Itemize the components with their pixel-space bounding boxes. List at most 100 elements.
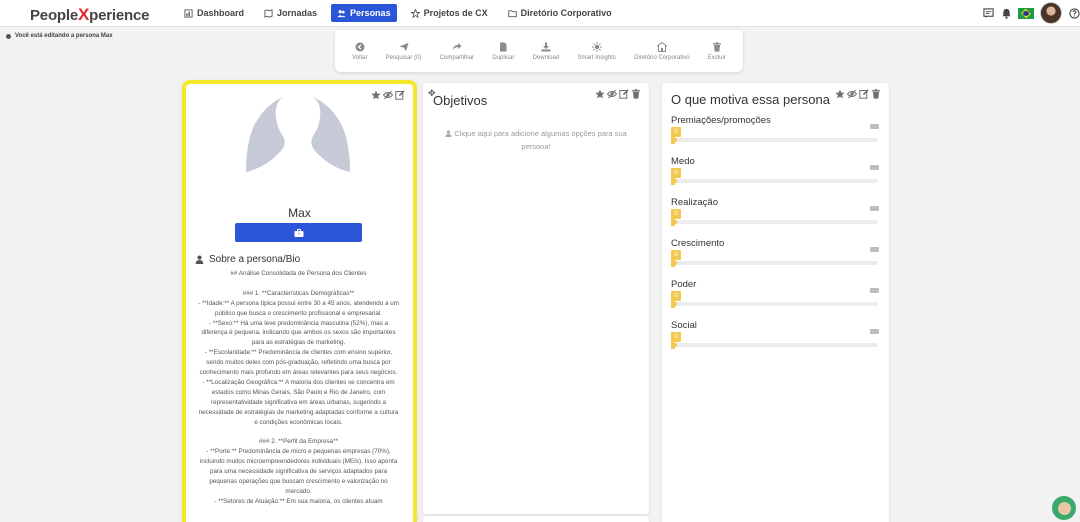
directory-icon — [656, 41, 667, 52]
motivation-item: Social 0 — [671, 320, 879, 361]
logo-text-perience: perience — [89, 7, 150, 24]
brazil-flag-icon[interactable] — [1018, 7, 1034, 19]
bell-icon[interactable] — [1000, 7, 1012, 19]
motivation-slider-fill — [671, 138, 677, 142]
bio-heading-text: Sobre a persona/Bio — [209, 254, 301, 265]
smart-insights-button[interactable]: Smart Insights — [577, 41, 616, 61]
nav-projetos-cx-label: Projetos de CX — [423, 8, 488, 18]
dashboard-icon — [184, 8, 193, 18]
motivation-label: Social — [671, 320, 697, 331]
motivation-item: Crescimento 0 — [671, 238, 879, 279]
trash-icon[interactable] — [631, 89, 641, 99]
search-research-button[interactable]: Pesquisar (0) — [385, 42, 422, 61]
motivation-slider-fill — [671, 179, 677, 183]
corporate-directory-button[interactable]: Diretório Corporativo — [634, 41, 690, 61]
motivation-item: Medo 0 — [671, 156, 879, 197]
app-logo[interactable]: PeopleXperience — [30, 5, 149, 25]
download-button[interactable]: Download — [532, 42, 560, 61]
motivation-label: Realização — [671, 197, 718, 208]
motivation-value-badge[interactable]: 0 — [671, 291, 681, 308]
motivation-slider-track[interactable] — [671, 138, 878, 142]
motivation-chip[interactable] — [870, 165, 879, 170]
persona-action-toolbar: Voltar Pesquisar (0) Compartilhar Duplic… — [335, 30, 743, 72]
goals-card-actions — [595, 89, 641, 99]
editing-status-text: Você está editando a persona Max — [15, 33, 113, 39]
motivation-slider-fill — [671, 302, 677, 306]
motivations-title: O que motiva essa persona — [671, 92, 830, 107]
logo-text-people: People — [30, 7, 78, 24]
nav-projetos-cx[interactable]: Projetos de CX — [405, 4, 494, 22]
persona-card-actions — [371, 90, 405, 100]
corporate-directory-label: Diretório Corporativo — [634, 54, 690, 61]
cx-icon — [410, 8, 420, 18]
motivation-slider-track[interactable] — [671, 220, 878, 224]
nav-dashboard-label: Dashboard — [197, 8, 245, 18]
nav-diretorio[interactable]: Diretório Corporativo — [502, 4, 618, 22]
back-icon — [355, 42, 365, 51]
delete-button[interactable]: Excluir — [708, 41, 726, 61]
persona-profession-button[interactable] — [235, 223, 362, 242]
eye-slash-icon[interactable] — [383, 90, 393, 100]
smart-insights-label: Smart Insights — [577, 54, 616, 61]
back-button[interactable]: Voltar — [352, 42, 367, 61]
motivation-chip[interactable] — [870, 206, 879, 211]
motivation-value-badge[interactable]: 0 — [671, 209, 681, 226]
trash-icon — [712, 41, 721, 52]
share-button[interactable]: Compartilhar — [440, 42, 474, 61]
motivation-item: Premiações/promoções 0 — [671, 115, 879, 156]
nav-personas-label: Personas — [350, 8, 391, 18]
search-research-label: Pesquisar (0) — [385, 54, 422, 61]
motivation-slider-track[interactable] — [671, 302, 878, 306]
motivation-slider-track[interactable] — [671, 261, 878, 265]
top-navigation-bar: PeopleXperience Dashboard Jornadas Perso… — [0, 0, 1080, 27]
motivations-list: Premiações/promoções 0 Medo 0 Realização… — [671, 115, 879, 361]
bio-heading: Sobre a persona/Bio — [195, 254, 300, 265]
share-label: Compartilhar — [439, 54, 475, 61]
trash-icon[interactable] — [871, 89, 881, 99]
motivation-slider-track[interactable] — [671, 343, 878, 347]
motivation-value-badge[interactable]: 0 — [671, 127, 681, 144]
user-avatar[interactable] — [1040, 2, 1062, 24]
eye-slash-icon[interactable] — [847, 89, 857, 99]
share-icon — [452, 42, 462, 50]
motivation-slider-fill — [671, 343, 677, 347]
goals-card: ✥ Objetivos Clique aqui para adicione al… — [423, 83, 649, 514]
motivation-slider-track[interactable] — [671, 179, 878, 183]
persona-silhouette-image[interactable] — [246, 96, 350, 180]
motivation-chip[interactable] — [870, 247, 879, 252]
duplicate-icon — [500, 42, 507, 51]
star-icon[interactable] — [371, 90, 381, 100]
edit-icon[interactable] — [859, 89, 869, 99]
nav-dashboard[interactable]: Dashboard — [178, 4, 250, 22]
star-icon[interactable] — [595, 89, 605, 99]
support-chat-button[interactable] — [1052, 496, 1076, 520]
insights-icon — [591, 41, 602, 52]
nav-personas[interactable]: Personas — [331, 4, 397, 22]
users-icon — [337, 9, 346, 17]
star-icon[interactable] — [835, 89, 845, 99]
eye-slash-icon[interactable] — [607, 89, 617, 99]
folder-icon — [507, 9, 517, 17]
edit-icon[interactable] — [619, 89, 629, 99]
next-card-edge — [423, 516, 649, 522]
editing-status: Você está editando a persona Max — [6, 33, 113, 39]
send-icon — [399, 42, 409, 51]
download-label: Download — [532, 54, 560, 61]
feedback-icon[interactable] — [982, 7, 994, 19]
main-nav: Dashboard Jornadas Personas Projetos de … — [178, 4, 618, 22]
edit-icon[interactable] — [395, 90, 405, 100]
motivation-value-badge[interactable]: 0 — [671, 250, 681, 267]
motivation-label: Crescimento — [671, 238, 725, 249]
nav-jornadas-label: Jornadas — [277, 8, 318, 18]
bio-text[interactable]: ## Análise Consolidada de Persona dos Cl… — [196, 269, 401, 522]
motivation-value-badge[interactable]: 0 — [671, 332, 681, 349]
nav-jornadas[interactable]: Jornadas — [258, 4, 323, 22]
motivation-chip[interactable] — [870, 329, 879, 334]
help-icon[interactable] — [1068, 7, 1080, 19]
motivation-chip[interactable] — [870, 124, 879, 129]
motivation-chip[interactable] — [870, 288, 879, 293]
persona-card: Max Sobre a persona/Bio ## Análise Conso… — [182, 80, 417, 522]
motivation-value-badge[interactable]: 0 — [671, 168, 681, 185]
duplicate-button[interactable]: Duplicar — [492, 42, 514, 61]
goals-add-hint[interactable]: Clique aqui para adicione algumas opções… — [433, 127, 639, 153]
